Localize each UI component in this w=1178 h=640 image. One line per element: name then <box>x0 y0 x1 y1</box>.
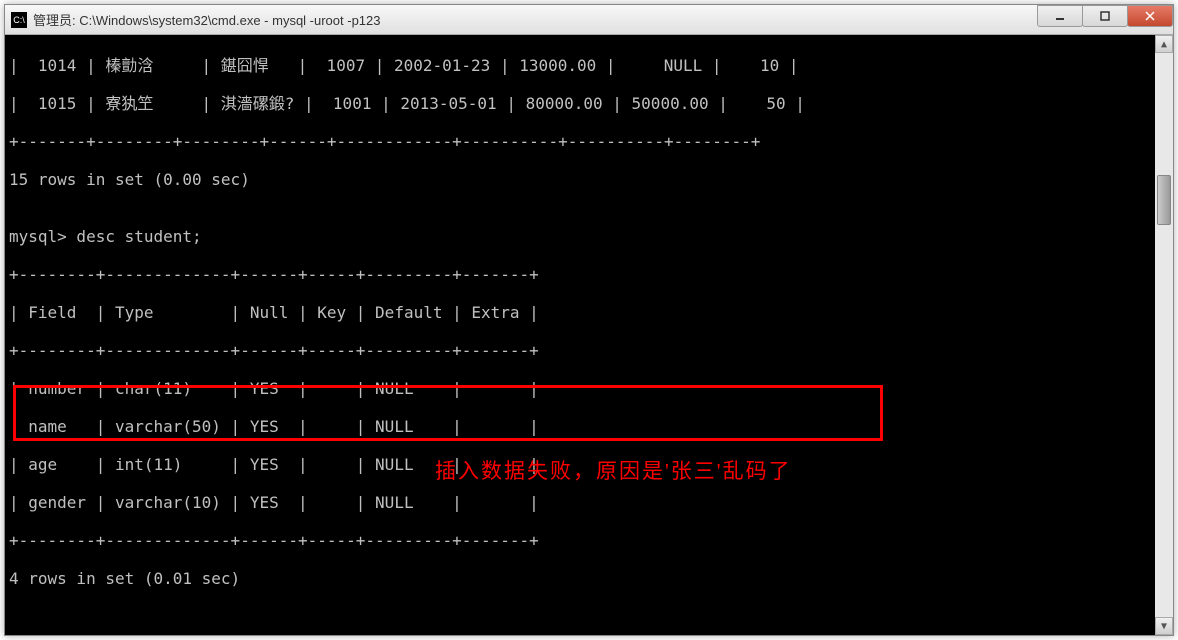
terminal-line: | 1015 | 寮犱笁 | 淇濇磥鍛? | 1001 | 2013-05-01… <box>9 94 1169 113</box>
terminal-line: +--------+-------------+------+-----+---… <box>9 531 1169 550</box>
minimize-icon <box>1054 10 1066 22</box>
vertical-scrollbar[interactable]: ▲ ▼ <box>1155 35 1173 635</box>
window-title: 管理员: C:\Windows\system32\cmd.exe - mysql… <box>33 10 381 29</box>
scroll-down-button[interactable]: ▼ <box>1155 617 1173 635</box>
terminal-line: | Field | Type | Null | Key | Default | … <box>9 303 1169 322</box>
terminal-line: | gender | varchar(10) | YES | | NULL | … <box>9 493 1169 512</box>
window-controls <box>1038 5 1173 27</box>
terminal-line: +--------+-------------+------+-----+---… <box>9 265 1169 284</box>
terminal-output[interactable]: | 1014 | 榛勯浛 | 鍖囧悍 | 1007 | 2002-01-23 |… <box>5 35 1173 635</box>
annotation-text: 插入数据失败，原因是'张三'乱码了 <box>435 455 792 485</box>
terminal-line: | 1014 | 榛勯浛 | 鍖囧悍 | 1007 | 2002-01-23 |… <box>9 56 1169 75</box>
cmd-icon: C:\ <box>11 12 27 28</box>
minimize-button[interactable] <box>1037 5 1083 27</box>
maximize-button[interactable] <box>1082 5 1128 27</box>
terminal-line: +--------+-------------+------+-----+---… <box>9 341 1169 360</box>
terminal-line: mysql> desc student; <box>9 227 1169 246</box>
terminal-line: 15 rows in set (0.00 sec) <box>9 170 1169 189</box>
terminal-line: 4 rows in set (0.01 sec) <box>9 569 1169 588</box>
close-button[interactable] <box>1127 5 1173 27</box>
terminal-line: | number | char(11) | YES | | NULL | | <box>9 379 1169 398</box>
terminal-line: +-------+--------+--------+------+------… <box>9 132 1169 151</box>
cmd-window: C:\ 管理员: C:\Windows\system32\cmd.exe - m… <box>4 4 1174 636</box>
scroll-thumb[interactable] <box>1157 175 1171 225</box>
titlebar[interactable]: C:\ 管理员: C:\Windows\system32\cmd.exe - m… <box>5 5 1173 35</box>
maximize-icon <box>1099 10 1111 22</box>
close-icon <box>1144 10 1156 22</box>
scroll-up-button[interactable]: ▲ <box>1155 35 1173 53</box>
terminal-line: | name | varchar(50) | YES | | NULL | | <box>9 417 1169 436</box>
